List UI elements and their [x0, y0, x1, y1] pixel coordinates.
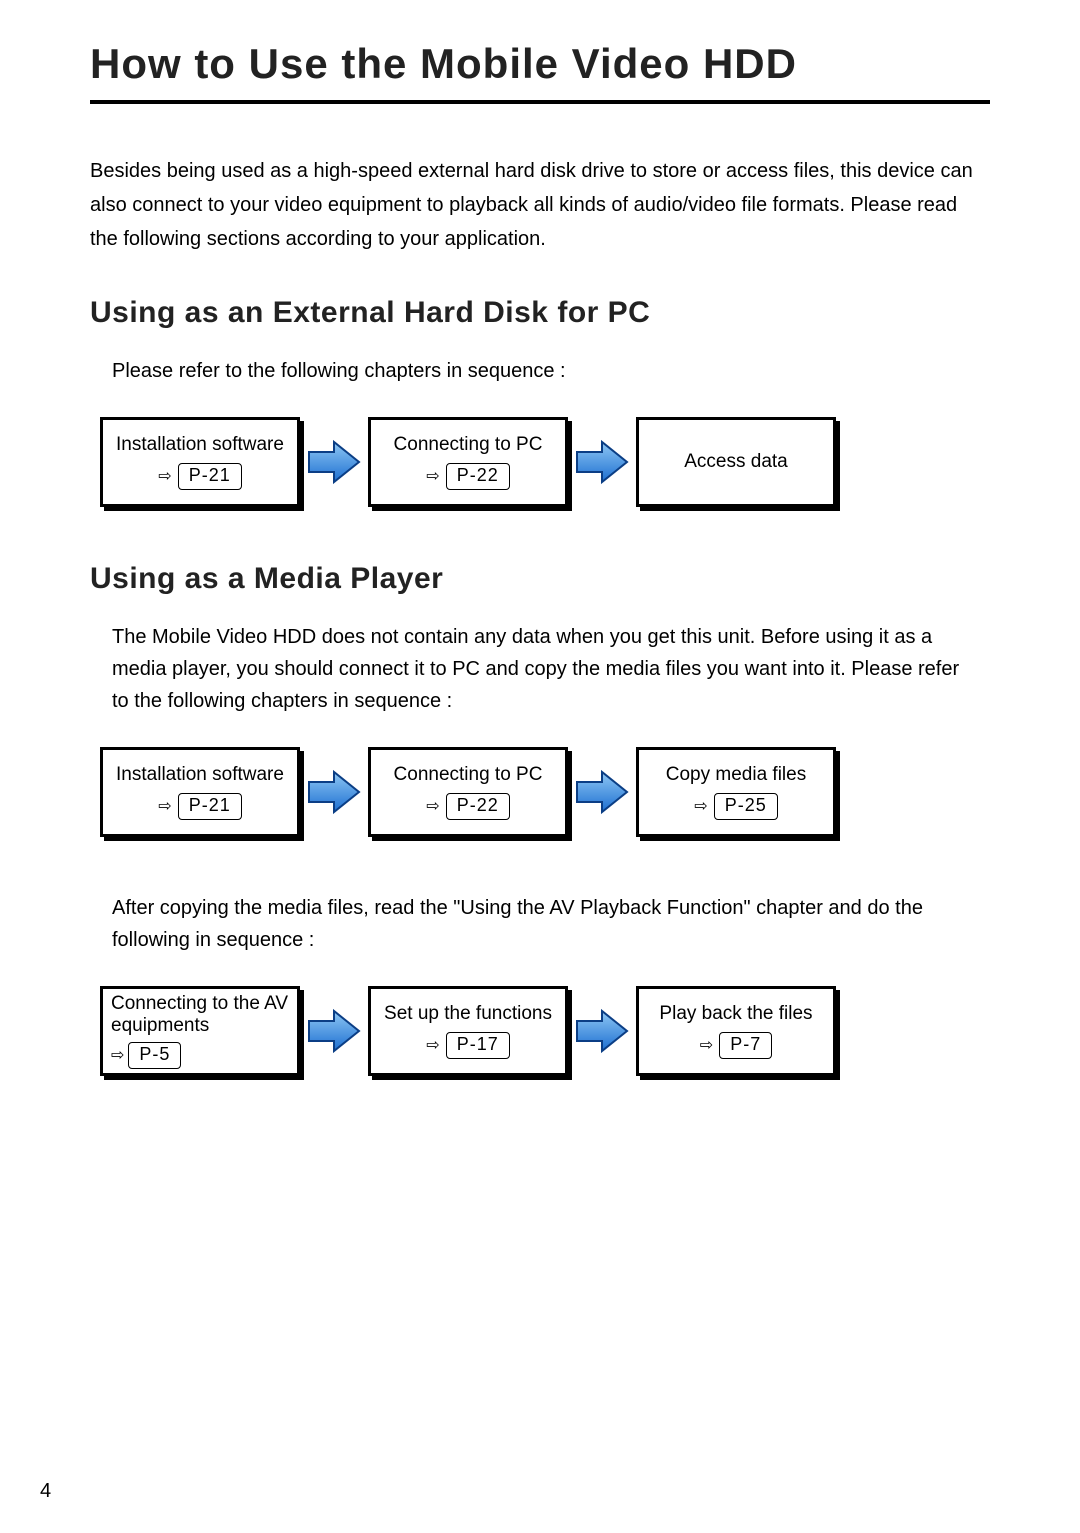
page-ref[interactable]: P-21: [178, 463, 242, 490]
flow-step: Installation software ⇨ P-21: [100, 417, 300, 507]
flow-step-label: Connecting to PC: [394, 434, 543, 457]
flow-step-label: Access data: [684, 451, 788, 474]
page-ref-arrow-icon: ⇨: [426, 466, 439, 486]
page-ref-arrow-icon: ⇨: [426, 796, 439, 816]
flow-step-label: Set up the functions: [384, 1003, 552, 1026]
flow-step: Copy media files ⇨ P-25: [636, 747, 836, 837]
flow-arrow-icon: [304, 438, 364, 486]
flow-step-label: Connecting to PC: [394, 764, 543, 787]
page-ref[interactable]: P-5: [128, 1042, 181, 1069]
flow-step-label: Installation software: [116, 434, 284, 457]
page-ref[interactable]: P-17: [446, 1032, 510, 1059]
document-page: How to Use the Mobile Video HDD Besides …: [0, 0, 1080, 1533]
section-heading-pc: Using as an External Hard Disk for PC: [90, 296, 990, 330]
page-ref-arrow-icon: ⇨: [158, 796, 171, 816]
flow-row-media-1: Installation software ⇨ P-21 Connecting …: [100, 747, 990, 837]
flow-arrow-icon: [572, 1007, 632, 1055]
flow-step: Set up the functions ⇨ P-17: [368, 986, 568, 1076]
page-ref-arrow-icon: ⇨: [694, 796, 707, 816]
flow-row-pc: Installation software ⇨ P-21 Connecting …: [100, 417, 990, 507]
flow-arrow-icon: [572, 438, 632, 486]
page-ref-arrow-icon: ⇨: [111, 1045, 124, 1065]
section-heading-media: Using as a Media Player: [90, 562, 990, 596]
page-ref[interactable]: P-21: [178, 793, 242, 820]
flow-arrow-icon: [304, 1007, 364, 1055]
flow-row-media-2: Connecting to the AV equipments ⇨ P-5 Se…: [100, 986, 990, 1076]
section-text-pc: Please refer to the following chapters i…: [112, 355, 990, 387]
page-ref-arrow-icon: ⇨: [426, 1035, 439, 1055]
flow-step: Connecting to PC ⇨ P-22: [368, 747, 568, 837]
page-title: How to Use the Mobile Video HDD: [90, 40, 990, 100]
flow-step-label: Play back the files: [659, 1003, 812, 1026]
intro-paragraph: Besides being used as a high-speed exter…: [90, 154, 990, 256]
flow-step-label: Copy media files: [666, 764, 806, 787]
page-ref[interactable]: P-7: [719, 1032, 772, 1059]
flow-arrow-icon: [572, 768, 632, 816]
page-ref[interactable]: P-22: [446, 793, 510, 820]
page-ref-arrow-icon: ⇨: [158, 466, 171, 486]
page-ref-arrow-icon: ⇨: [700, 1035, 713, 1055]
flow-step: Play back the files ⇨ P-7: [636, 986, 836, 1076]
flow-step: Installation software ⇨ P-21: [100, 747, 300, 837]
flow-step: Connecting to the AV equipments ⇨ P-5: [100, 986, 300, 1076]
page-ref[interactable]: P-22: [446, 463, 510, 490]
flow-step-label: Installation software: [116, 764, 284, 787]
section-text-media-1: The Mobile Video HDD does not contain an…: [112, 621, 990, 717]
flow-step-label: Connecting to the AV equipments: [111, 993, 289, 1037]
flow-step: Access data: [636, 417, 836, 507]
title-underline: [90, 100, 990, 104]
page-ref[interactable]: P-25: [714, 793, 778, 820]
flow-step: Connecting to PC ⇨ P-22: [368, 417, 568, 507]
page-number: 4: [40, 1480, 51, 1503]
flow-arrow-icon: [304, 768, 364, 816]
section-text-media-2: After copying the media files, read the …: [112, 892, 990, 956]
